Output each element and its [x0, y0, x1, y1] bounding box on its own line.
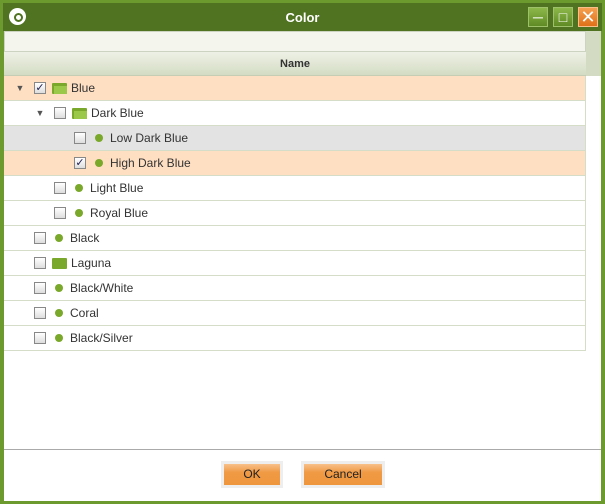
folder-open-icon — [52, 82, 67, 94]
row-checkbox[interactable] — [54, 207, 66, 219]
tree-row[interactable]: ✓ High Dark Blue — [4, 151, 585, 176]
expand-toggle-icon[interactable]: ▼ — [14, 83, 26, 93]
row-label: Dark Blue — [91, 106, 144, 120]
minimize-button[interactable]: ─ — [528, 7, 548, 27]
tree-row[interactable]: ▼ ✓ Blue — [4, 76, 585, 101]
tree-row[interactable]: Low Dark Blue — [4, 126, 585, 151]
dialog-body: Name ▼ ✓ Blue ▼ Dark Blue Low Dark Blue ✓ High … — [4, 31, 601, 501]
tree-row[interactable]: Black/Silver — [4, 326, 585, 351]
row-label: Black — [70, 231, 100, 245]
row-checkbox[interactable] — [34, 257, 46, 269]
tree-grid: ▼ ✓ Blue ▼ Dark Blue Low Dark Blue ✓ High Dark … — [4, 76, 586, 351]
row-label: Blue — [71, 81, 96, 95]
dot-icon — [75, 184, 83, 192]
tree-row[interactable]: Light Blue — [4, 176, 585, 201]
row-label: Coral — [70, 306, 99, 320]
name-filter-input[interactable] — [4, 31, 586, 52]
header-scroll-spacer — [586, 31, 601, 76]
row-label: Royal Blue — [90, 206, 149, 220]
dot-icon — [55, 334, 63, 342]
row-checkbox[interactable] — [34, 307, 46, 319]
dot-icon — [55, 284, 63, 292]
row-label: Black/White — [70, 281, 134, 295]
dot-icon — [55, 234, 63, 242]
maximize-button[interactable]: □ — [553, 7, 573, 27]
row-label: Black/Silver — [70, 331, 133, 345]
tree-row[interactable]: Black — [4, 226, 585, 251]
expand-toggle-icon[interactable]: ▼ — [34, 108, 46, 118]
row-checkbox[interactable] — [34, 332, 46, 344]
row-label: Laguna — [71, 256, 112, 270]
cancel-button[interactable]: Cancel — [301, 461, 385, 488]
ok-button[interactable]: OK — [221, 461, 283, 488]
tree-row[interactable]: Royal Blue — [4, 201, 585, 226]
row-label: Light Blue — [90, 181, 144, 195]
row-checkbox[interactable] — [34, 282, 46, 294]
footer-divider — [4, 449, 601, 450]
tree-row[interactable]: ▼ Dark Blue — [4, 101, 585, 126]
row-label: Low Dark Blue — [110, 131, 189, 145]
tree-row[interactable]: Laguna — [4, 251, 585, 276]
row-checkbox[interactable] — [74, 132, 86, 144]
dot-icon — [55, 309, 63, 317]
folder-icon — [52, 257, 67, 269]
dot-icon — [95, 159, 103, 167]
folder-open-icon — [72, 107, 87, 119]
tree-row[interactable]: Coral — [4, 301, 585, 326]
row-checkbox[interactable] — [54, 182, 66, 194]
tree-row[interactable]: Black/White — [4, 276, 585, 301]
dot-icon — [75, 209, 83, 217]
dialog-title: Color — [285, 10, 320, 25]
row-checkbox[interactable] — [54, 107, 66, 119]
row-checkbox[interactable]: ✓ — [74, 157, 86, 169]
title-bar[interactable]: Color ─ □ ✕ — [3, 3, 602, 31]
color-dialog: Color ─ □ ✕ Name ▼ ✓ Blue ▼ Dark Blue Low Dar… — [0, 0, 605, 504]
column-header-name[interactable]: Name — [4, 52, 586, 76]
close-button[interactable]: ✕ — [578, 7, 598, 27]
row-checkbox[interactable] — [34, 232, 46, 244]
row-label: High Dark Blue — [110, 156, 191, 170]
row-checkbox[interactable]: ✓ — [34, 82, 46, 94]
dot-icon — [95, 134, 103, 142]
